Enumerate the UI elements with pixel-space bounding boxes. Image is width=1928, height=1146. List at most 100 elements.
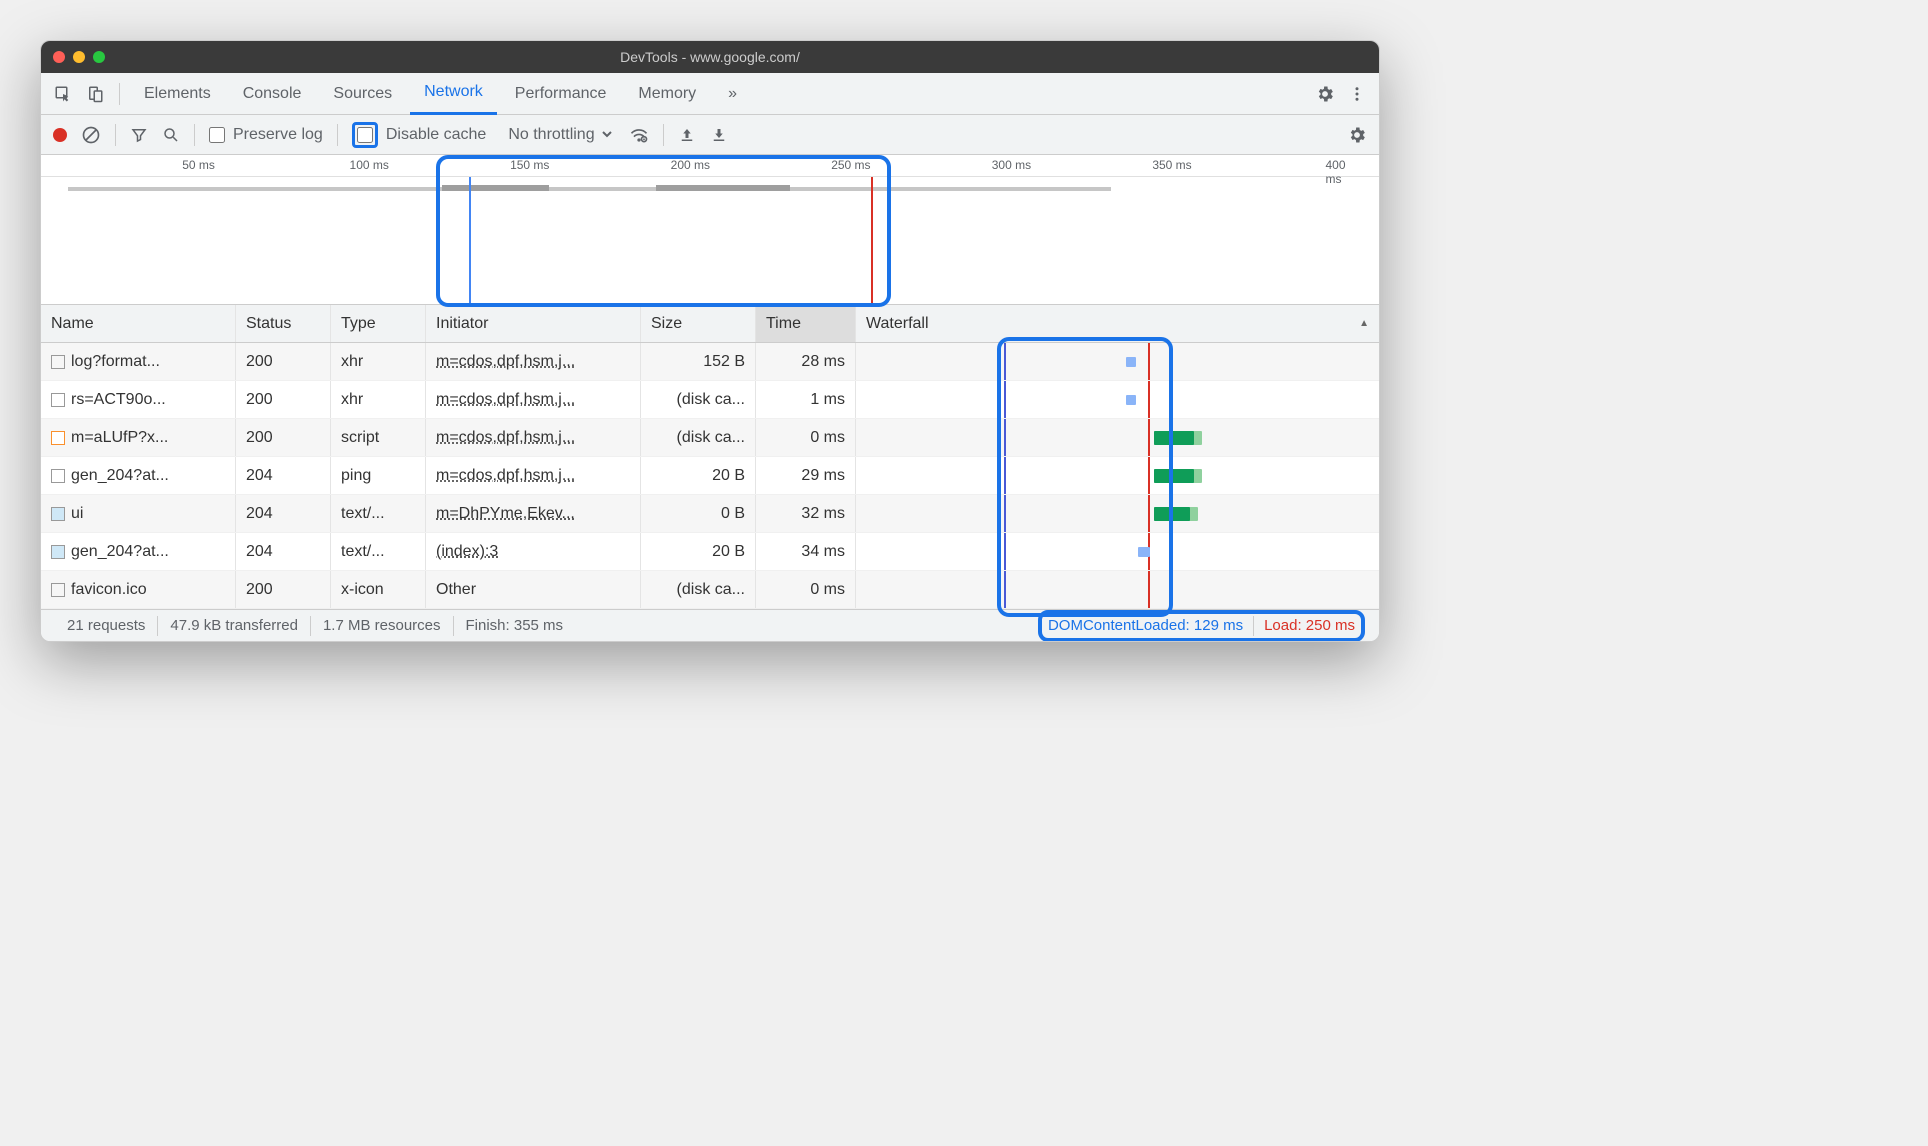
- request-name: m=aLUfP?x...: [71, 429, 168, 447]
- highlight-waterfall: [997, 337, 1173, 617]
- network-conditions-icon[interactable]: [629, 125, 649, 145]
- initiator-link[interactable]: m=DhPYme,Ekev...: [436, 505, 575, 523]
- cell-type: xhr: [331, 381, 426, 418]
- tab-more[interactable]: »: [714, 73, 751, 115]
- disable-cache-label: Disable cache: [386, 126, 487, 144]
- cell-type: x-icon: [331, 571, 426, 608]
- divider: [663, 124, 664, 146]
- device-toolbar-icon[interactable]: [81, 80, 109, 108]
- cell-name: m=aLUfP?x...: [41, 419, 236, 456]
- table-row[interactable]: ui 204 text/... m=DhPYme,Ekev... 0 B 32 …: [41, 495, 1379, 533]
- cell-initiator: (index):3: [426, 533, 641, 570]
- highlight-box: [352, 122, 378, 148]
- upload-har-icon[interactable]: [678, 126, 696, 144]
- kebab-menu-icon[interactable]: [1343, 80, 1371, 108]
- maximize-button[interactable]: [93, 51, 105, 63]
- request-name: gen_204?at...: [71, 467, 169, 485]
- cell-name: log?format...: [41, 343, 236, 380]
- col-type[interactable]: Type: [331, 305, 426, 342]
- cell-status: 200: [236, 381, 331, 418]
- cell-time: 32 ms: [756, 495, 856, 532]
- tab-elements[interactable]: Elements: [130, 73, 225, 115]
- cell-size: 152 B: [641, 343, 756, 380]
- cell-name: rs=ACT90o...: [41, 381, 236, 418]
- request-name: rs=ACT90o...: [71, 391, 166, 409]
- resource-type-icon: [51, 431, 65, 445]
- close-button[interactable]: [53, 51, 65, 63]
- divider: [194, 124, 195, 146]
- table-row[interactable]: gen_204?at... 204 text/... (index):3 20 …: [41, 533, 1379, 571]
- status-dcl: DOMContentLoaded: 129 ms: [1048, 617, 1243, 634]
- cell-initiator: m=cdos,dpf,hsm,j...: [426, 457, 641, 494]
- initiator-link[interactable]: m=cdos,dpf,hsm,j...: [436, 353, 575, 371]
- record-button[interactable]: [53, 128, 67, 142]
- col-time[interactable]: Time: [756, 305, 856, 342]
- col-status[interactable]: Status: [236, 305, 331, 342]
- cell-time: 29 ms: [756, 457, 856, 494]
- disable-cache-input[interactable]: [357, 127, 373, 143]
- request-name: gen_204?at...: [71, 543, 169, 561]
- initiator-link[interactable]: (index):3: [436, 543, 498, 561]
- throttling-select[interactable]: No throttling: [500, 123, 615, 146]
- tab-performance[interactable]: Performance: [501, 73, 621, 115]
- cell-initiator: m=DhPYme,Ekev...: [426, 495, 641, 532]
- table-row[interactable]: gen_204?at... 204 ping m=cdos,dpf,hsm,j.…: [41, 457, 1379, 495]
- waterfall-label: Waterfall: [866, 315, 929, 333]
- tick: 350 ms: [1152, 158, 1191, 172]
- titlebar: DevTools - www.google.com/: [41, 41, 1379, 73]
- tab-network[interactable]: Network: [410, 73, 497, 115]
- table-row[interactable]: log?format... 200 xhr m=cdos,dpf,hsm,j..…: [41, 343, 1379, 381]
- inspect-element-icon[interactable]: [49, 80, 77, 108]
- cell-time: 1 ms: [756, 381, 856, 418]
- cell-name: ui: [41, 495, 236, 532]
- resource-type-icon: [51, 469, 65, 483]
- table-header: Name Status Type Initiator Size Time Wat…: [41, 305, 1379, 343]
- cell-time: 0 ms: [756, 571, 856, 608]
- tab-console[interactable]: Console: [229, 73, 316, 115]
- request-name: favicon.ico: [71, 581, 147, 599]
- resource-type-icon: [51, 545, 65, 559]
- initiator-link[interactable]: m=cdos,dpf,hsm,j...: [436, 467, 575, 485]
- preserve-log-checkbox[interactable]: Preserve log: [209, 126, 323, 144]
- initiator-link[interactable]: m=cdos,dpf,hsm,j...: [436, 429, 575, 447]
- table-row[interactable]: favicon.ico 200 x-icon Other (disk ca...…: [41, 571, 1379, 609]
- network-toolbar: Preserve log Disable cache No throttling: [41, 115, 1379, 155]
- status-transferred: 47.9 kB transferred: [158, 617, 310, 634]
- cell-type: xhr: [331, 343, 426, 380]
- preserve-log-input[interactable]: [209, 127, 225, 143]
- cell-time: 0 ms: [756, 419, 856, 456]
- download-har-icon[interactable]: [710, 126, 728, 144]
- col-size[interactable]: Size: [641, 305, 756, 342]
- clear-icon[interactable]: [81, 125, 101, 145]
- minimize-button[interactable]: [73, 51, 85, 63]
- table-row[interactable]: m=aLUfP?x... 200 script m=cdos,dpf,hsm,j…: [41, 419, 1379, 457]
- tab-sources[interactable]: Sources: [319, 73, 406, 115]
- cell-time: 28 ms: [756, 343, 856, 380]
- resource-type-icon: [51, 583, 65, 597]
- resource-type-icon: [51, 507, 65, 521]
- devtools-window: DevTools - www.google.com/ Elements Cons…: [40, 40, 1380, 642]
- cell-status: 204: [236, 457, 331, 494]
- resource-type-icon: [51, 393, 65, 407]
- tick: 300 ms: [992, 158, 1031, 172]
- network-settings-icon[interactable]: [1347, 125, 1367, 145]
- table-row[interactable]: rs=ACT90o... 200 xhr m=cdos,dpf,hsm,j...…: [41, 381, 1379, 419]
- cell-time: 34 ms: [756, 533, 856, 570]
- overview-body[interactable]: [41, 177, 1379, 305]
- cell-status: 204: [236, 533, 331, 570]
- col-initiator[interactable]: Initiator: [426, 305, 641, 342]
- overview-pane[interactable]: 50 ms 100 ms 150 ms 200 ms 250 ms 300 ms…: [41, 155, 1379, 305]
- disable-cache-checkbox[interactable]: Disable cache: [352, 122, 487, 148]
- initiator-link[interactable]: m=cdos,dpf,hsm,j...: [436, 391, 575, 409]
- col-name[interactable]: Name: [41, 305, 236, 342]
- search-icon[interactable]: [162, 126, 180, 144]
- filter-icon[interactable]: [130, 126, 148, 144]
- settings-icon[interactable]: [1311, 80, 1339, 108]
- cell-name: gen_204?at...: [41, 457, 236, 494]
- preserve-log-label: Preserve log: [233, 126, 323, 144]
- cell-size: (disk ca...: [641, 419, 756, 456]
- initiator-text: Other: [436, 581, 476, 599]
- cell-initiator: m=cdos,dpf,hsm,j...: [426, 343, 641, 380]
- tab-memory[interactable]: Memory: [624, 73, 710, 115]
- request-name: log?format...: [71, 353, 160, 371]
